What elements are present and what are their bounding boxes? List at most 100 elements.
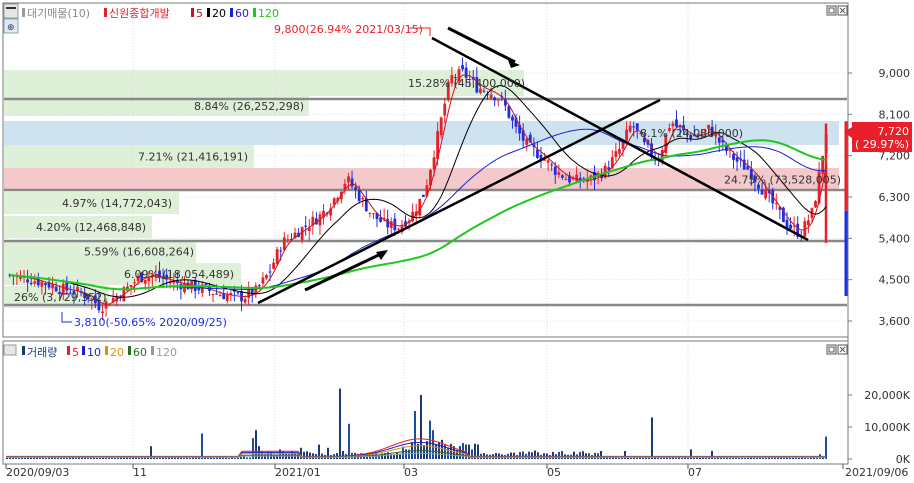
candle-body — [354, 187, 357, 190]
volume-bar — [618, 458, 620, 459]
date-tick-label: 2020/09/03 — [6, 466, 69, 479]
candle-body — [764, 189, 767, 198]
panel-icon[interactable] — [4, 4, 18, 18]
price-tick-label: 9,000 — [879, 67, 911, 80]
svg-text:⊕: ⊕ — [7, 23, 15, 33]
candle-body — [443, 104, 446, 116]
candle-body — [536, 149, 539, 157]
volume-bar — [18, 458, 20, 459]
current-price-change: ( 29.97%) — [855, 138, 909, 151]
volume-bar — [114, 458, 116, 459]
volume-bar — [762, 458, 764, 459]
candle-body — [258, 285, 261, 286]
volume-profile-label: 4.20% (12,468,848) — [36, 221, 146, 234]
candle-body — [26, 279, 29, 282]
volume-bar — [534, 450, 536, 459]
volume-bar — [552, 452, 554, 459]
volume-bar — [711, 451, 713, 459]
volume-bar — [213, 458, 215, 459]
volume-tick-label: 20,000K — [864, 389, 910, 402]
candle-body — [279, 250, 282, 251]
candle-body — [226, 295, 229, 301]
legend-ma5: 5 — [196, 7, 203, 20]
volume-bar — [423, 445, 425, 459]
volume-bar — [816, 458, 818, 459]
volume-bar — [183, 458, 185, 459]
volume-profile-label: 8.1% (24,080,000) — [640, 127, 743, 140]
volume-bar — [642, 458, 644, 459]
candle-body — [130, 285, 133, 287]
volume-profile-label: 5.59% (16,608,264) — [84, 246, 194, 259]
candle-body — [204, 284, 207, 285]
candle-body — [101, 311, 104, 313]
candle-body — [133, 282, 136, 283]
candle-body — [51, 284, 54, 288]
volume-bar — [513, 453, 515, 459]
maximize-icon — [827, 6, 836, 15]
candle-body — [390, 221, 393, 228]
volume-profile-label: 4.97% (14,772,043) — [62, 197, 172, 210]
candle-body — [304, 226, 307, 227]
candle-body — [636, 123, 639, 130]
volume-axis: 20,000K10,000K0K — [848, 389, 911, 466]
volume-bar — [45, 458, 47, 459]
candle-body — [265, 275, 268, 278]
price-axis: 9,0008,1007,2006,3005,4004,5003,600 — [848, 67, 910, 328]
volume-bar — [30, 458, 32, 459]
volume-bar — [582, 451, 584, 459]
volume-bar — [648, 458, 650, 459]
volume-maximize-icon — [827, 345, 836, 354]
volume-bar — [189, 458, 191, 459]
candle-body — [219, 295, 222, 296]
volume-bar — [24, 458, 26, 459]
price-tick-label: 4,500 — [879, 274, 911, 287]
price-tick-label: 6,300 — [879, 191, 911, 204]
candle-body — [789, 225, 792, 229]
candle-body — [614, 151, 617, 157]
candle-body — [461, 65, 464, 69]
volume-bar — [159, 458, 161, 459]
date-tick-label: 2021/01 — [275, 466, 321, 479]
legend-ma20: 20 — [212, 7, 226, 20]
volume-bar — [681, 458, 683, 459]
current-price-value: 7,720 — [878, 125, 910, 138]
volume-bar — [528, 452, 530, 459]
candle-body — [575, 175, 578, 182]
candle-body — [625, 130, 628, 141]
volume-bar — [6, 458, 8, 459]
candle-body — [40, 282, 43, 287]
volume-bar — [255, 430, 257, 459]
volume-bar — [792, 458, 794, 459]
volume-bar — [510, 453, 512, 459]
volume-bar — [117, 458, 119, 459]
volume-profile-bar — [4, 168, 839, 191]
legend-ma60: 60 — [235, 7, 249, 20]
volume-profile-label: 24.75% (73,528,005) — [724, 174, 841, 187]
low-annotation: 3,810(-50.65% 2020/09/25) — [74, 316, 227, 329]
volume-bar — [744, 458, 746, 459]
volume-profile-label: 26% (3,729,352) — [14, 291, 107, 304]
volume-bar — [747, 458, 749, 459]
candle-body — [397, 229, 400, 230]
legend-ma120: 120 — [258, 7, 279, 20]
candle-body — [732, 154, 735, 160]
candle-body — [269, 271, 272, 272]
candle-body — [565, 179, 568, 180]
candle-body — [629, 126, 632, 132]
volume-bar — [825, 437, 827, 459]
volume-bar — [99, 458, 101, 459]
volume-bar — [12, 458, 14, 459]
volume-bar — [420, 395, 422, 459]
legend-vol-ma10: 10 — [87, 346, 101, 359]
volume-bar — [228, 458, 230, 459]
volume-panel-icon[interactable] — [4, 345, 16, 355]
volume-bar — [531, 452, 533, 459]
volume-profile-label: 8.84% (26,252,298) — [194, 100, 304, 113]
candle-body — [632, 126, 635, 127]
chart-svg: 9,0008,1007,2006,3005,4004,5003,600 20,0… — [0, 0, 914, 479]
candle-body — [557, 172, 560, 175]
volume-bar — [666, 458, 668, 459]
date-axis: 2020/09/03 11 2021/01 03 05 07 2021/09/06 — [6, 464, 908, 479]
candle-body — [490, 95, 493, 99]
volume-bar — [537, 452, 539, 459]
